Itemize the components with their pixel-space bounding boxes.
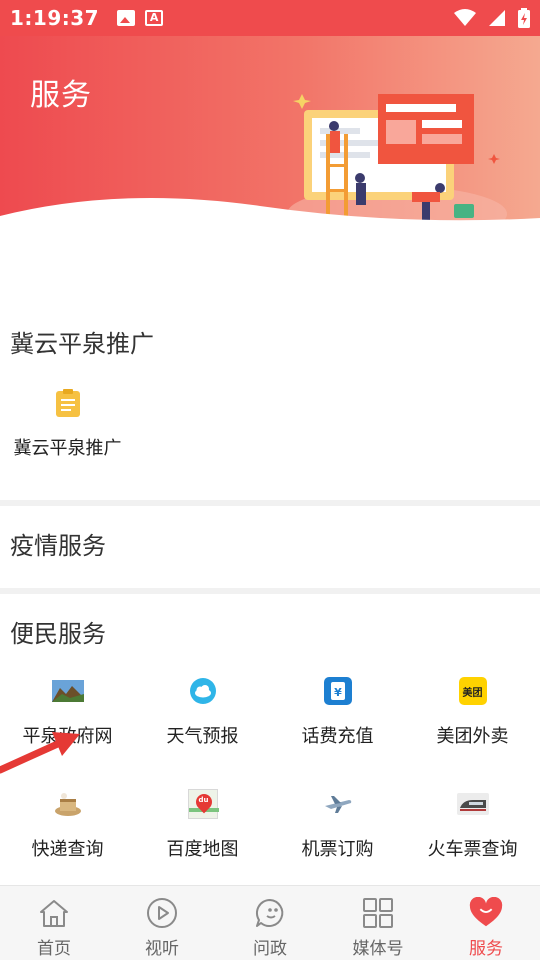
section-title-promo: 冀云平泉推广 [10, 330, 154, 358]
grid-item-label: 机票订购 [301, 839, 374, 860]
grid-item-label: 百度地图 [166, 839, 239, 860]
heart-icon [469, 896, 503, 930]
svg-text:¥: ¥ [334, 686, 342, 699]
battery-icon [518, 8, 530, 28]
nav-label: 首页 [37, 939, 71, 959]
nav-item-media[interactable]: 媒体号 [324, 886, 432, 960]
weather-icon [186, 674, 220, 708]
grid-icon [361, 896, 395, 930]
wifi-icon [454, 9, 476, 26]
play-icon [145, 896, 179, 930]
nav-label: 视听 [145, 939, 179, 959]
bottom-nav: 首页 视听 问政 媒体号 服务 [0, 885, 540, 960]
map-icon: du [186, 787, 220, 821]
grid-item-meituan[interactable]: 美团 美团外卖 [405, 674, 540, 748]
grid-item-recharge[interactable]: ¥ 话费充值 [270, 674, 405, 748]
train-icon [456, 787, 490, 821]
airplane-icon [321, 787, 355, 821]
grid-item-train[interactable]: 火车票查询 [405, 787, 540, 861]
landscape-icon [51, 674, 85, 708]
status-bar: 1:19:37 A [0, 0, 540, 36]
map-icon-text: du [198, 796, 209, 804]
grid-item-label: 火车票查询 [427, 839, 518, 860]
section-title-epidemic: 疫情服务 [10, 532, 106, 560]
nav-item-services[interactable]: 服务 [432, 886, 540, 960]
nav-label: 问政 [253, 939, 287, 959]
phone-recharge-icon: ¥ [321, 674, 355, 708]
nav-label: 服务 [469, 939, 503, 959]
epidemic-section: 疫情服务 [0, 506, 540, 588]
grid-item-label: 冀云平泉推广 [13, 438, 122, 459]
signal-icon [489, 10, 505, 26]
home-icon [37, 896, 71, 930]
header-wave [0, 198, 540, 236]
grid-item-map[interactable]: du 百度地图 [135, 787, 270, 861]
grid-item-weather[interactable]: 天气预报 [135, 674, 270, 748]
grid-item-label: 话费充值 [301, 726, 374, 747]
grid-item-label: 快递查询 [31, 839, 104, 860]
grid-item-label: 天气预报 [166, 726, 239, 747]
nav-item-home[interactable]: 首页 [0, 886, 108, 960]
grid-item-parcel[interactable]: 快递查询 [0, 787, 135, 861]
grid-item-flight[interactable]: 机票订购 [270, 787, 405, 861]
header-banner: 服务 [0, 36, 540, 236]
section-title-convenience: 便民服务 [10, 620, 106, 648]
font-notification-icon: A [145, 10, 164, 26]
status-time: 1:19:37 [10, 6, 100, 30]
nav-label: 媒体号 [352, 939, 404, 959]
grid-item-promo[interactable]: 冀云平泉推广 [0, 386, 135, 460]
gallery-notification-icon [117, 10, 136, 26]
nav-item-politics[interactable]: 问政 [216, 886, 324, 960]
chat-icon [253, 896, 287, 930]
pointer-arrow [0, 732, 80, 774]
grid-item-label: 美团外卖 [436, 726, 509, 747]
document-icon [51, 386, 85, 420]
parcel-icon [51, 787, 85, 821]
meituan-icon-text: 美团 [462, 687, 483, 699]
promo-section: 冀云平泉推广 冀云平泉推广 [0, 236, 540, 500]
meituan-icon: 美团 [456, 674, 490, 708]
nav-item-av[interactable]: 视听 [108, 886, 216, 960]
